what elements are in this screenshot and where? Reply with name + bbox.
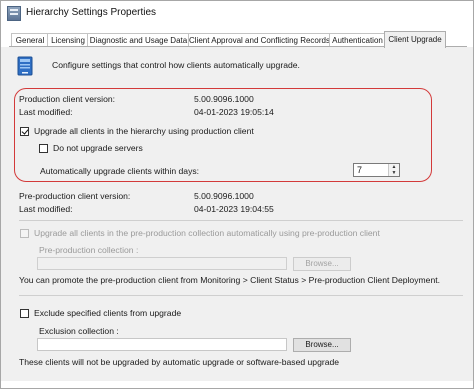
tab-general[interactable]: General [11, 33, 49, 47]
preproduction-collection-label: Pre-production collection : [39, 245, 139, 255]
preproduction-promote-note: You can promote the pre-production clien… [19, 275, 440, 285]
tab-strip: General Licensing Diagnostic and Usage D… [1, 25, 473, 48]
preproduction-collection-field[interactable] [37, 257, 287, 270]
preproduction-upgrade-checkbox[interactable] [20, 229, 29, 238]
stepper-down-icon[interactable]: ▼ [389, 170, 399, 176]
preproduction-upgrade-label: Upgrade all clients in the pre-productio… [34, 228, 380, 238]
preproduction-browse-button[interactable]: Browse... [293, 257, 351, 271]
properties-dialog: Hierarchy Settings Properties General Li… [0, 0, 474, 389]
tab-client-approval[interactable]: Client Approval and Conflicting Records [188, 33, 331, 47]
production-version-label: Production client version: [19, 94, 116, 104]
tab-diagnostic-usage[interactable]: Diagnostic and Usage Data [87, 33, 190, 47]
upgrade-all-checkbox[interactable] [20, 127, 29, 136]
preproduction-version-label: Pre-production client version: [19, 191, 131, 201]
no-upgrade-servers-label: Do not upgrade servers [53, 143, 143, 153]
exclude-clients-checkbox[interactable] [20, 309, 29, 318]
no-upgrade-servers-checkbox[interactable] [39, 144, 48, 153]
production-modified-label: Last modified: [19, 107, 73, 117]
properties-window-icon [7, 6, 21, 21]
window-title: Hierarchy Settings Properties [26, 7, 157, 18]
section-divider [19, 220, 463, 221]
upgrade-days-value: 7 [357, 165, 363, 175]
computer-upgrade-icon [17, 56, 33, 76]
upgrade-days-stepper[interactable]: 7 ▲ ▼ [353, 163, 400, 177]
dialog-bottom-edge [1, 381, 473, 388]
header-description: Configure settings that control how clie… [52, 60, 300, 70]
upgrade-days-label: Automatically upgrade clients within day… [40, 166, 200, 176]
exclusion-note: These clients will not be upgraded by au… [19, 357, 340, 367]
preproduction-version-value: 5.00.9096.1000 [194, 191, 254, 201]
preproduction-modified-value: 04-01-2023 19:04:55 [194, 204, 274, 214]
section-divider [19, 295, 463, 296]
upgrade-all-label: Upgrade all clients in the hierarchy usi… [34, 126, 254, 136]
tab-client-upgrade[interactable]: Client Upgrade [384, 31, 446, 48]
exclusion-browse-button[interactable]: Browse... [293, 338, 351, 352]
stepper-buttons: ▲ ▼ [388, 164, 399, 176]
tab-licensing[interactable]: Licensing [47, 33, 89, 47]
production-version-value: 5.00.9096.1000 [194, 94, 254, 104]
production-modified-value: 04-01-2023 19:05:14 [194, 107, 274, 117]
tab-authentication[interactable]: Authentication [329, 33, 386, 47]
exclusion-collection-label: Exclusion collection : [39, 326, 119, 336]
exclusion-collection-field[interactable] [37, 338, 287, 351]
title-bar: Hierarchy Settings Properties [1, 1, 473, 25]
preproduction-modified-label: Last modified: [19, 204, 73, 214]
exclude-clients-label: Exclude specified clients from upgrade [34, 308, 182, 318]
